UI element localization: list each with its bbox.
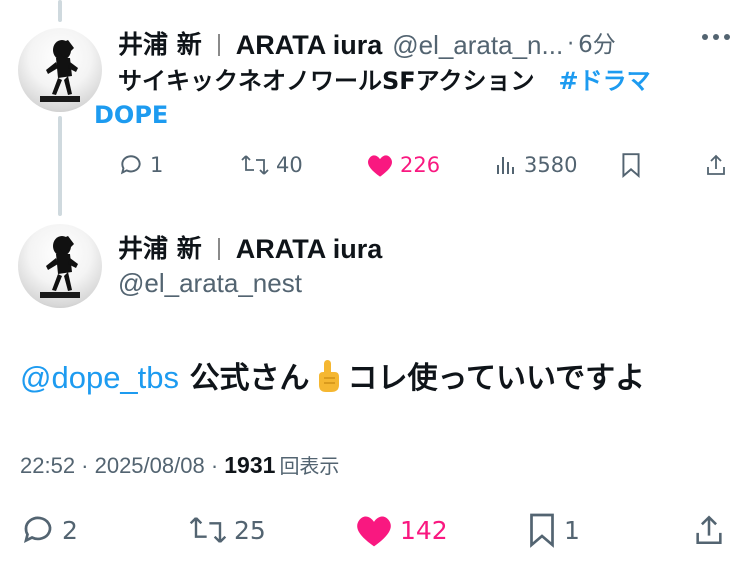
thread-line-connector — [58, 116, 62, 216]
like-button[interactable]: 226 — [366, 152, 440, 178]
bookmark-count: 1 — [564, 515, 580, 545]
share-button[interactable] — [692, 512, 726, 548]
like-count: 226 — [400, 153, 441, 177]
tweet-text-parent: サイキックネオノワールSFアクション #ドラマ DOPE — [94, 64, 718, 132]
tweet-meta: 22:52 · 2025/08/08 · 1931 回表示 — [20, 450, 339, 479]
avatar-figure-icon — [40, 236, 80, 298]
handle[interactable]: @el_arata_nest — [118, 268, 302, 299]
like-count: 142 — [400, 515, 448, 545]
handle[interactable]: @el_arata_n... — [392, 30, 563, 60]
name-separator — [217, 34, 220, 56]
tweet-body: サイキックネオノワールSFアクション — [118, 67, 535, 95]
bookmark-icon — [530, 513, 554, 548]
view-label: 回表示 — [279, 454, 340, 478]
display-name-en[interactable]: ARATA iura — [236, 30, 383, 60]
heart-icon — [357, 516, 391, 547]
hashtag-text-cont: DOPE — [94, 101, 169, 129]
hashtag-text: #ドラマ — [558, 67, 651, 95]
timestamp[interactable]: 22:52 · 2025/08/08 · — [20, 453, 224, 478]
tweet-text-part2: コレ使っていいですよ — [347, 361, 646, 396]
display-name-jp[interactable]: 井浦 新 — [118, 234, 202, 264]
views-icon — [497, 157, 514, 174]
bookmark-button[interactable] — [620, 152, 642, 178]
mention-link[interactable]: @dope_tbs — [20, 360, 179, 395]
retweet-icon — [241, 155, 269, 175]
more-dots-icon[interactable] — [702, 34, 730, 40]
author-line-main: 井浦 新 ARATA iura — [118, 234, 382, 264]
reply-icon — [120, 155, 141, 175]
point-up-hand-icon — [319, 360, 340, 392]
retweet-count: 25 — [234, 515, 266, 545]
dot-separator: · — [567, 32, 575, 57]
author-line-parent: 井浦 新 ARATA iura @el_arata_n... · 6分 — [118, 30, 616, 60]
retweet-button[interactable]: 25 — [188, 512, 266, 548]
share-icon — [707, 154, 725, 175]
tweet-text-main: @dope_tbs 公式さん コレ使っていいですよ — [20, 358, 645, 398]
heart-icon — [368, 155, 392, 177]
share-button[interactable] — [704, 152, 728, 178]
bookmark-button[interactable]: 1 — [526, 512, 580, 548]
bookmark-icon — [622, 153, 640, 178]
view-count: 1931 — [224, 452, 276, 478]
post-time[interactable]: 6分 — [578, 30, 616, 60]
views-button[interactable]: 3580 — [494, 152, 577, 178]
tweet-text-part1: 公式さん — [189, 361, 310, 396]
retweet-button[interactable]: 40 — [240, 152, 303, 178]
display-name-en[interactable]: ARATA iura — [236, 234, 383, 264]
reply-count: 1 — [150, 153, 164, 177]
retweet-count: 40 — [276, 153, 303, 177]
display-name-jp[interactable]: 井浦 新 — [118, 30, 202, 60]
name-separator — [217, 238, 220, 260]
share-icon — [696, 515, 722, 545]
reply-count: 2 — [62, 515, 78, 545]
avatar-parent[interactable] — [18, 28, 102, 112]
reply-button[interactable]: 1 — [118, 152, 163, 178]
avatar-figure-icon — [40, 40, 80, 102]
retweet-icon — [189, 517, 227, 543]
thread-line-top — [58, 0, 62, 22]
like-button[interactable]: 142 — [354, 512, 448, 548]
reply-button[interactable]: 2 — [20, 512, 78, 548]
avatar-main[interactable] — [18, 224, 102, 308]
views-count: 3580 — [524, 153, 578, 177]
reply-icon — [23, 516, 52, 544]
